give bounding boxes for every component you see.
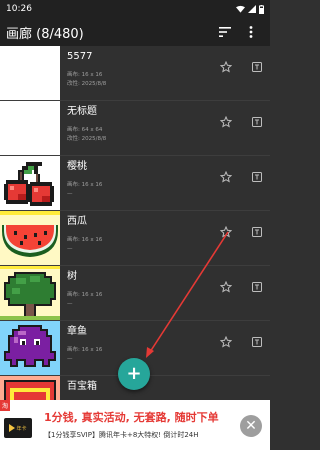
ad-close-button[interactable]: ✕ — [240, 415, 262, 437]
rename-button[interactable] — [250, 335, 264, 349]
status-bar: 10:26 — [0, 0, 270, 18]
status-time: 10:26 — [6, 4, 32, 14]
gallery-list[interactable]: 5577 画布: 16 x 16 改性: 2025/8/8 无标题 画布: 64… — [0, 46, 270, 400]
list-item[interactable]: 5577 画布: 16 x 16 改性: 2025/8/8 — [0, 46, 270, 101]
more-options-button[interactable] — [238, 19, 264, 45]
sort-button[interactable] — [212, 19, 238, 45]
favorite-button[interactable] — [219, 225, 233, 239]
rename-button[interactable] — [250, 170, 264, 184]
watermelon-pixel-art — [0, 211, 60, 265]
signal-icon — [248, 5, 256, 13]
ad-logo: 年卡 — [4, 418, 32, 438]
artwork-thumbnail — [0, 156, 60, 210]
favorite-button[interactable] — [219, 335, 233, 349]
star-outline-icon — [220, 336, 232, 348]
add-icon: + — [126, 363, 142, 384]
artwork-thumbnail — [0, 46, 60, 100]
artwork-modified-date: 改性: 2025/8/8 — [67, 81, 107, 87]
favorite-button[interactable] — [219, 280, 233, 294]
artwork-thumbnail — [0, 266, 60, 320]
tree-pixel-art — [0, 266, 60, 320]
text-edit-icon — [252, 62, 262, 72]
ad-source-tag: 淘 — [0, 400, 11, 411]
octopus-pixel-art — [0, 321, 60, 375]
ad-headline[interactable]: 1分钱, 真实活动, 无套路, 随时下单 — [44, 409, 219, 425]
star-outline-icon — [220, 226, 232, 238]
rename-button[interactable] — [250, 225, 264, 239]
rename-button[interactable] — [250, 60, 264, 74]
ad-subtitle[interactable]: 【1分钱享SVIP】腾讯年卡+8大特权! 倒计时24H — [44, 430, 199, 440]
text-edit-icon — [252, 117, 262, 127]
text-edit-icon — [252, 337, 262, 347]
favorite-button[interactable] — [219, 60, 233, 74]
artwork-modified-date: — — [67, 356, 73, 362]
text-edit-icon — [252, 227, 262, 237]
rename-button[interactable] — [250, 115, 264, 129]
artwork-modified-date: 改性: 2025/8/8 — [67, 136, 107, 142]
list-item[interactable]: 无标题 画布: 64 x 64 改性: 2025/8/8 — [0, 101, 270, 156]
artwork-modified-date: — — [67, 301, 73, 307]
sort-icon — [219, 27, 231, 37]
artwork-modified-date: — — [67, 191, 73, 197]
star-outline-icon — [220, 116, 232, 128]
star-outline-icon — [220, 171, 232, 183]
favorite-button[interactable] — [219, 170, 233, 184]
artwork-thumbnail — [0, 376, 60, 400]
status-icons — [236, 4, 264, 14]
favorite-button[interactable] — [219, 115, 233, 129]
ad-banner[interactable]: 淘 年卡 1分钱, 真实活动, 无套路, 随时下单 【1分钱享SVIP】腾讯年卡… — [0, 400, 270, 450]
text-edit-icon — [252, 172, 262, 182]
artwork-modified-date: — — [67, 246, 73, 252]
artwork-thumbnail — [0, 211, 60, 265]
wifi-icon — [236, 5, 245, 13]
list-item[interactable]: 樱桃 画布: 16 x 16 — — [0, 156, 270, 211]
artwork-thumbnail — [0, 101, 60, 155]
add-artwork-button[interactable]: + — [118, 358, 150, 390]
rename-button[interactable] — [250, 280, 264, 294]
more-vert-icon — [249, 26, 253, 38]
app-bar: 画廊 (8/480) — [0, 18, 270, 46]
star-outline-icon — [220, 61, 232, 73]
list-item[interactable]: 西瓜 画布: 16 x 16 — — [0, 211, 270, 266]
artwork-thumbnail — [0, 321, 60, 375]
treasure-chest-pixel-art — [0, 376, 60, 400]
cherry-pixel-art — [0, 156, 60, 210]
battery-icon — [259, 4, 264, 14]
page-title: 画廊 (8/480) — [6, 26, 84, 42]
ad-logo-text: 年卡 — [16, 425, 27, 432]
text-edit-icon — [252, 282, 262, 292]
list-item[interactable]: 树 画布: 16 x 16 — — [0, 266, 270, 321]
play-icon — [9, 424, 16, 432]
star-outline-icon — [220, 281, 232, 293]
artwork-name: 百宝箱 — [67, 381, 97, 392]
